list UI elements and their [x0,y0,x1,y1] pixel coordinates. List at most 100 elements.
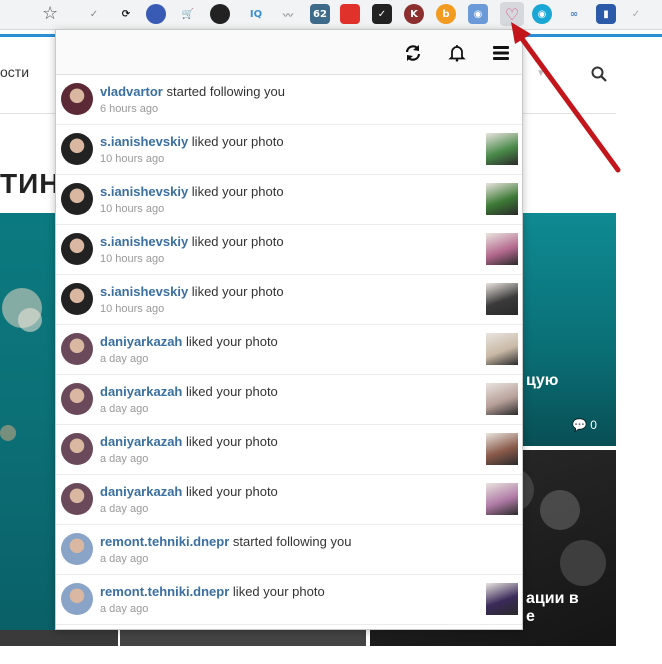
notification-row[interactable]: s.ianishevskiy liked your photo 10 hours … [56,275,522,325]
comment-count-value: 0 [590,418,597,432]
photo-thumbnail[interactable] [486,233,518,265]
notification-action: liked your photo [191,234,284,249]
notification-action: started following you [166,84,286,99]
comments-icon: 💬 [572,418,587,432]
username-link[interactable]: vladvartor [100,84,163,99]
wave-ext-icon[interactable]: 〰 [278,4,298,24]
notification-row[interactable]: daniyarkazah liked your photo a day ago [56,475,522,525]
k-ext-icon[interactable]: K [404,4,424,24]
article-card-right[interactable] [522,213,616,446]
article-title-partial-2[interactable]: ации в е [526,590,579,626]
notification-text: s.ianishevskiy liked your photo [100,184,284,199]
iq-ext-icon[interactable]: IQ [246,4,266,24]
menu-icon[interactable] [490,42,512,64]
tick-ext-icon[interactable]: ✓ [626,4,646,24]
notification-time: 10 hours ago [100,153,165,165]
nav-link-partial[interactable]: ости [0,64,29,80]
photo-thumbnail[interactable] [486,433,518,465]
rss-ext-icon[interactable]: ◉ [468,4,488,24]
avatar[interactable] [61,333,93,365]
username-link[interactable]: remont.tehniki.dnepr [100,534,229,549]
username-link[interactable]: daniyarkazah [100,484,182,499]
counter-ext-icon[interactable]: 62 [310,4,330,24]
notification-text: daniyarkazah liked your photo [100,484,278,499]
cart-ext-icon[interactable]: 🛒 [178,4,198,24]
link-ext-icon[interactable]: ∞ [564,4,584,24]
bell-icon[interactable] [446,42,468,64]
notification-time: a day ago [100,453,149,465]
notification-time: 10 hours ago [100,203,165,215]
photo-thumbnail[interactable] [486,383,518,415]
section-heading-partial: ТИН [0,168,61,199]
username-link[interactable]: daniyarkazah [100,334,182,349]
avatar[interactable] [61,283,93,315]
photo-thumbnail[interactable] [486,483,518,515]
notification-row[interactable]: vladvartor started following you 6 hours … [56,75,522,125]
username-link[interactable]: daniyarkazah [100,384,182,399]
notification-row[interactable]: s.ianishevskiy liked your photo 10 hours … [56,125,522,175]
avatar[interactable] [61,433,93,465]
photo-thumbnail[interactable] [486,583,518,615]
avatar[interactable] [61,83,93,115]
username-link[interactable]: s.ianishevskiy [100,134,188,149]
search-icon[interactable] [591,66,607,82]
notification-text: remont.tehniki.dnepr started following y… [100,534,351,549]
avatar[interactable] [61,583,93,615]
notification-time: a day ago [100,403,149,415]
heart-ext-icon[interactable]: ♡ [500,2,524,26]
avatar[interactable] [61,183,93,215]
comment-count: 💬 0 [572,418,597,432]
screen: ☆ ✓ ⟳ 🛒 IQ 〰 62 ✓ Kb ◉ ♡ ◉ ∞ ▮ ✓ ости ▼ ТИН цую 💬 0 а… [0,0,662,664]
notification-time: 10 hours ago [100,253,165,265]
notification-row[interactable]: remont.tehniki.dnepr started following y… [56,525,522,575]
notification-text: s.ianishevskiy liked your photo [100,284,284,299]
notification-time: a day ago [100,553,149,565]
notification-row[interactable]: remont.tehniki.dnepr liked your photo a d… [56,575,522,625]
username-link[interactable]: s.ianishevskiy [100,234,188,249]
photo-thumbnail[interactable] [486,133,518,165]
username-link[interactable]: remont.tehniki.dnepr [100,584,229,599]
notification-row[interactable]: daniyarkazah liked your photo a day ago [56,375,522,425]
checkmark-ext-icon[interactable]: ✓ [84,4,104,24]
username-link[interactable]: s.ianishevskiy [100,284,188,299]
star-icon[interactable]: ☆ [42,3,58,24]
refresh-ext-icon[interactable]: ⟳ [116,4,136,24]
task-ext-icon[interactable]: ✓ [372,4,392,24]
notification-action: liked your photo [191,284,284,299]
eye-ext-icon[interactable]: ◉ [532,4,552,24]
notification-text: vladvartor started following you [100,84,285,99]
photo-thumbnail[interactable] [486,183,518,215]
notification-row[interactable]: s.ianishevskiy liked your photo 10 hours … [56,225,522,275]
photo-thumbnail[interactable] [486,283,518,315]
avatar[interactable] [61,533,93,565]
notification-time: 10 hours ago [100,303,165,315]
dial-ext-icon[interactable] [210,4,230,24]
notification-row[interactable]: daniyarkazah liked your photo a day ago [56,325,522,375]
circle-ext-icon[interactable] [146,4,166,24]
notification-action: liked your photo [186,384,278,399]
notification-text: daniyarkazah liked your photo [100,334,278,349]
avatar[interactable] [61,383,93,415]
photo-thumbnail[interactable] [486,333,518,365]
browser-toolbar: ☆ ✓ ⟳ 🛒 IQ 〰 62 ✓ Kb ◉ ♡ ◉ ∞ ▮ ✓ [0,0,662,30]
nav-dropdown-icon[interactable]: ▼ [536,68,546,79]
username-link[interactable]: daniyarkazah [100,434,182,449]
notification-text: daniyarkazah liked your photo [100,384,278,399]
username-link[interactable]: s.ianishevskiy [100,184,188,199]
bookmark-ext-icon[interactable]: ▮ [596,4,616,24]
flag-ext-icon[interactable] [340,4,360,24]
notification-time: 6 hours ago [100,103,159,115]
notification-row[interactable]: s.ianishevskiy liked your photo 10 hours … [56,175,522,225]
refresh-icon[interactable] [402,42,424,64]
avatar[interactable] [61,233,93,265]
article-card-middle[interactable] [120,630,366,646]
notification-time: a day ago [100,503,149,515]
notification-row[interactable]: daniyarkazah liked your photo a day ago [56,425,522,475]
article-title-partial[interactable]: цую [526,372,558,390]
b-ext-icon[interactable]: b [436,4,456,24]
notification-action: liked your photo [186,434,278,449]
avatar[interactable] [61,133,93,165]
notification-time: a day ago [100,353,149,365]
avatar[interactable] [61,483,93,515]
article-card-left-bottom[interactable] [0,630,118,646]
